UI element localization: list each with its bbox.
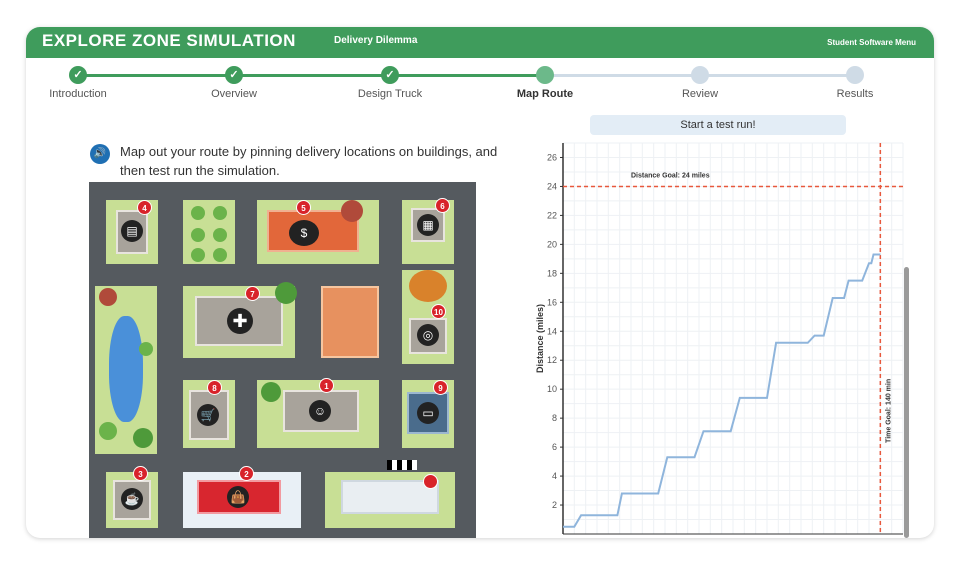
depot-location-pin-icon [423, 474, 438, 489]
step-design-truck[interactable]: ✓ Design Truck [340, 66, 440, 100]
y-tick-label: 14 [547, 326, 557, 336]
y-axis-label: Distance (miles) [535, 304, 545, 373]
shopping-bag-icon: 👜 [227, 486, 249, 508]
y-tick-label: 26 [547, 152, 557, 162]
pin-9[interactable]: 9 [433, 380, 448, 395]
step-map-route[interactable]: Map Route [495, 66, 595, 100]
y-tick-label: 24 [547, 181, 557, 191]
tree [191, 248, 205, 262]
tree [341, 200, 363, 222]
step-label: Results [836, 88, 874, 100]
step-introduction[interactable]: ✓ Introduction [28, 66, 128, 100]
start-test-run-button[interactable]: Start a test run! [590, 115, 846, 135]
simulation-subtitle: Delivery Dilemma [334, 35, 418, 46]
pin-5[interactable]: 5 [296, 200, 311, 215]
progress-stepper: ✓ Introduction ✓ Overview ✓ Design Truck… [26, 58, 934, 102]
tree [409, 270, 447, 302]
app-header: EXPLORE ZONE SIMULATION Delivery Dilemma… [26, 27, 934, 58]
shopping-cart-icon: 🛒 [197, 404, 219, 426]
y-tick-label: 8 [552, 413, 557, 423]
y-tick-label: 2 [552, 500, 557, 510]
y-tick-label: 6 [552, 442, 557, 452]
speaker-icon[interactable]: 🔊 [90, 144, 110, 164]
app-title: EXPLORE ZONE SIMULATION [42, 31, 296, 50]
y-tick-label: 16 [547, 297, 557, 307]
step-label: Introduction [49, 88, 107, 100]
time-goal-label: Time Goal: 140 min [885, 379, 892, 443]
tree [213, 248, 227, 262]
tires-icon: ◎ [417, 324, 439, 346]
instructions-text: Map out your route by pinning delivery l… [120, 144, 498, 178]
tree [213, 228, 227, 242]
tree [99, 422, 117, 440]
step-label: Map Route [516, 88, 574, 100]
y-tick-label: 4 [552, 471, 557, 481]
city-map[interactable]: ▤ 4 $ 5 ▦ 6 ✚ 7 ◎ 10 🛒 8 ☺ 1 ▭ 9 ☕ 3 👜 2 [89, 182, 476, 538]
step-label: Overview [211, 88, 257, 100]
tree [191, 228, 205, 242]
y-tick-label: 20 [547, 239, 557, 249]
tree [139, 342, 153, 356]
computer-icon: ▭ [417, 402, 439, 424]
pin-3[interactable]: 3 [133, 466, 148, 481]
step-overview[interactable]: ✓ Overview [184, 66, 284, 100]
medical-cross-icon: ✚ [227, 308, 253, 334]
y-tick-label: 22 [547, 210, 557, 220]
y-tick-label: 12 [547, 355, 557, 365]
books-icon: ▤ [121, 220, 143, 242]
basketball-court [321, 286, 379, 358]
step-results: Results [805, 66, 905, 100]
check-icon: ✓ [225, 66, 243, 84]
pending-step-dot [691, 66, 709, 84]
pin-6[interactable]: 6 [435, 198, 450, 213]
student-software-menu-link[interactable]: Student Software Menu [827, 38, 916, 47]
pin-10[interactable]: 10 [431, 304, 446, 319]
distance-chart: 2468101214161820222426Distance (miles)Di… [535, 142, 904, 535]
distance-goal-label: Distance Goal: 24 miles [631, 172, 710, 179]
y-tick-label: 10 [547, 384, 557, 394]
theater-masks-icon: ☺ [309, 400, 331, 422]
tree [99, 288, 117, 306]
check-icon: ✓ [381, 66, 399, 84]
app-window: EXPLORE ZONE SIMULATION Delivery Dilemma… [26, 27, 934, 538]
current-step-dot [536, 66, 554, 84]
step-label: Design Truck [357, 88, 423, 100]
tree [133, 428, 153, 448]
scrollbar[interactable] [904, 267, 909, 538]
building-icon: ▦ [417, 214, 439, 236]
pin-2[interactable]: 2 [239, 466, 254, 481]
pin-1[interactable]: 1 [319, 378, 334, 393]
coffee-cup-icon: ☕ [121, 488, 143, 510]
check-icon: ✓ [69, 66, 87, 84]
start-finish-flag [387, 460, 417, 470]
pin-7[interactable]: 7 [245, 286, 260, 301]
tree [275, 282, 297, 304]
tree [213, 206, 227, 220]
tree [261, 382, 281, 402]
pending-step-dot [846, 66, 864, 84]
step-label: Review [681, 88, 719, 100]
step-review: Review [650, 66, 750, 100]
pin-4[interactable]: 4 [137, 200, 152, 215]
lake [109, 316, 143, 422]
y-tick-label: 18 [547, 268, 557, 278]
money-bag-icon: $ [289, 220, 319, 246]
pin-8[interactable]: 8 [207, 380, 222, 395]
tree [191, 206, 205, 220]
